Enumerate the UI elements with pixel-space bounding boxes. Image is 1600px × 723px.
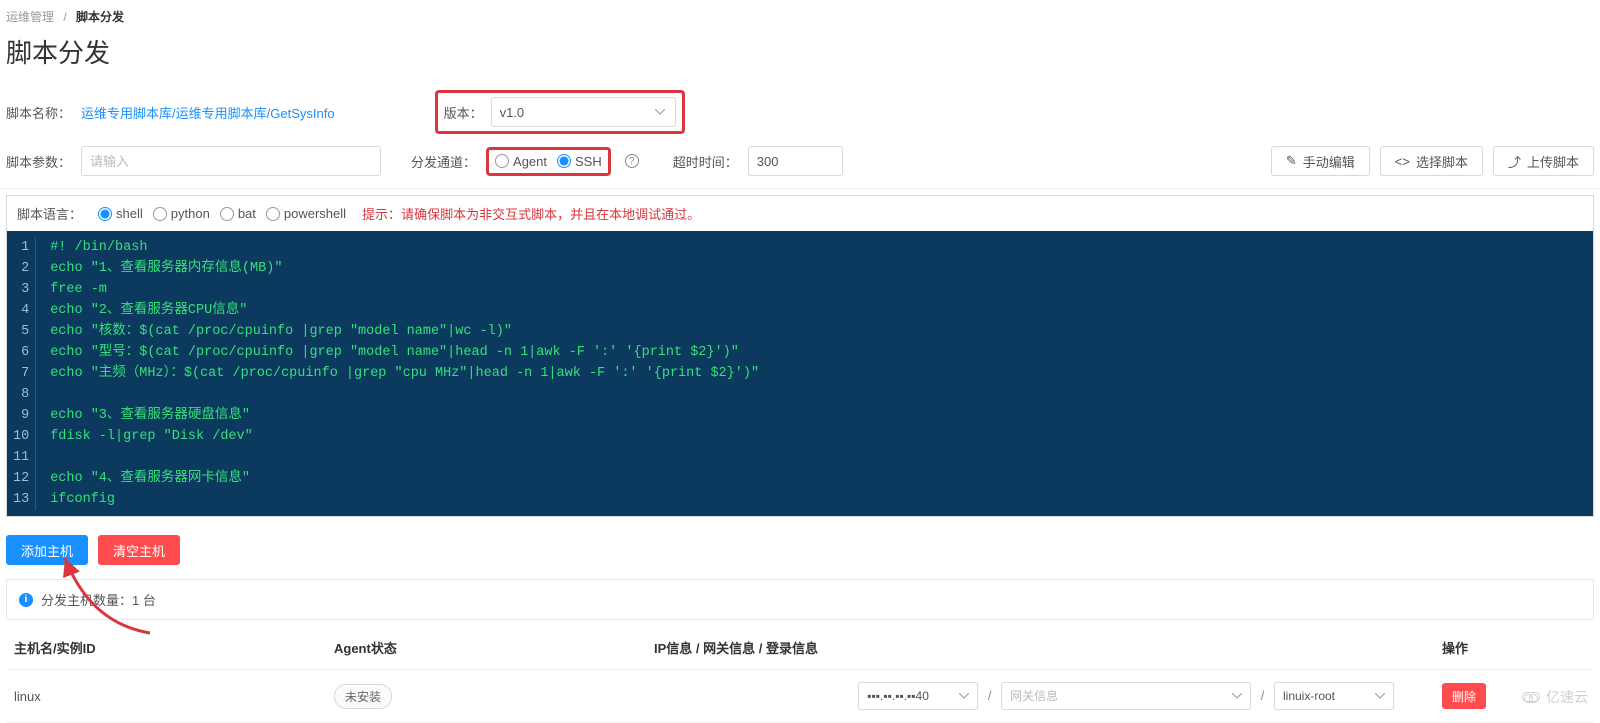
login-select[interactable]: linuix-root: [1274, 682, 1394, 710]
slash-icon: /: [1261, 688, 1265, 703]
clear-host-button[interactable]: 清空主机: [98, 535, 180, 565]
ip-select[interactable]: ▪▪▪.▪▪.▪▪.▪▪40: [858, 682, 978, 710]
th-host: 主机名/实例ID: [6, 626, 326, 670]
radio-icon-checked: [98, 207, 112, 221]
params-label: 脚本参数：: [6, 152, 71, 171]
channel-group-highlight: Agent SSH: [486, 147, 611, 176]
channel-agent-label: Agent: [513, 154, 547, 169]
th-agent: Agent状态: [326, 626, 646, 670]
pencil-icon: ✎: [1286, 153, 1297, 169]
upload-script-button[interactable]: ⤴ 上传脚本: [1493, 146, 1594, 176]
channel-ssh-radio[interactable]: SSH: [557, 154, 602, 169]
upload-icon: ⤴: [1508, 152, 1521, 171]
watermark-logo-icon: [1522, 692, 1540, 702]
code-icon: <>: [1395, 154, 1410, 169]
table-row: linux 未安装 ▪▪▪.▪▪.▪▪.▪▪40 / 网关信息 / linuix…: [6, 670, 1594, 723]
manual-edit-label: 手动编辑: [1303, 152, 1355, 171]
code-editor[interactable]: 12345678910111213 #! /bin/bashecho "1、查看…: [7, 231, 1593, 516]
help-icon[interactable]: ?: [625, 154, 639, 168]
row-params: 脚本参数： 分发通道： Agent SSH ? 超时时间： ✎ 手动编辑 <> …: [0, 140, 1600, 182]
info-icon: i: [19, 593, 33, 607]
lang-python-radio[interactable]: python: [153, 206, 210, 221]
channel-label: 分发通道：: [411, 152, 476, 171]
host-table: 主机名/实例ID Agent状态 IP信息 / 网关信息 / 登录信息 操作 l…: [6, 626, 1594, 723]
radio-icon: [266, 207, 280, 221]
editor-toolbar: 脚本语言： shell python bat powershell 提示：请确保…: [7, 196, 1593, 231]
lang-powershell-radio[interactable]: powershell: [266, 206, 346, 221]
cell-host: linux: [6, 670, 326, 723]
channel-agent-radio[interactable]: Agent: [495, 154, 547, 169]
page-title: 脚本分发: [0, 29, 1600, 84]
cell-agent: 未安装: [326, 670, 646, 723]
radio-icon-checked: [557, 154, 571, 168]
channel-radio-group: Agent SSH: [495, 154, 602, 169]
manual-edit-button[interactable]: ✎ 手动编辑: [1271, 146, 1370, 176]
editor-panel: 脚本语言： shell python bat powershell 提示：请确保…: [6, 195, 1594, 517]
cell-ip: ▪▪▪.▪▪.▪▪.▪▪40 / 网关信息 / linuix-root: [646, 670, 1434, 723]
lang-python-label: python: [171, 206, 210, 221]
host-actions-row: 添加主机 清空主机: [0, 523, 1600, 573]
right-toolbar: ✎ 手动编辑 <> 选择脚本 ⤴ 上传脚本: [1271, 146, 1594, 176]
breadcrumb-parent[interactable]: 运维管理: [6, 10, 54, 24]
gateway-select[interactable]: 网关信息: [1001, 682, 1251, 710]
line-gutter: 12345678910111213: [7, 231, 42, 516]
version-label: 版本：: [444, 103, 483, 122]
info-text: 分发主机数量：1 台: [41, 590, 156, 609]
th-ip: IP信息 / 网关信息 / 登录信息: [646, 626, 1434, 670]
script-name-value[interactable]: 运维专用脚本库/运维专用脚本库/GetSysInfo: [81, 103, 335, 122]
th-op: 操作: [1434, 626, 1594, 670]
watermark-text: 亿速云: [1546, 687, 1588, 707]
lang-label: 脚本语言：: [17, 204, 82, 223]
breadcrumb-separator: /: [63, 10, 66, 24]
lang-shell-label: shell: [116, 206, 143, 221]
lang-bat-label: bat: [238, 206, 256, 221]
delete-button[interactable]: 删除: [1442, 683, 1486, 709]
code-body[interactable]: #! /bin/bashecho "1、查看服务器内存信息(MB)"free -…: [42, 231, 767, 516]
timeout-label: 超时时间：: [673, 152, 738, 171]
agent-status-tag: 未安装: [334, 684, 392, 709]
upload-script-label: 上传脚本: [1527, 152, 1579, 171]
breadcrumb: 运维管理 / 脚本分发: [0, 0, 1600, 29]
row-script-name: 脚本名称： 运维专用脚本库/运维专用脚本库/GetSysInfo 版本： v1.…: [0, 84, 1600, 140]
version-group-highlight: 版本： v1.0: [435, 90, 685, 134]
lang-bat-radio[interactable]: bat: [220, 206, 256, 221]
slash-icon: /: [988, 688, 992, 703]
watermark: 亿速云: [1522, 687, 1588, 707]
params-input[interactable]: [81, 146, 381, 176]
hint-text: 提示：请确保脚本为非交互式脚本，并且在本地调试通过。: [362, 204, 700, 223]
info-bar: i 分发主机数量：1 台: [6, 579, 1594, 620]
radio-icon: [220, 207, 234, 221]
divider: [0, 188, 1600, 189]
lang-radio-group: shell python bat powershell: [98, 206, 346, 221]
timeout-input[interactable]: [748, 146, 843, 176]
version-select[interactable]: v1.0: [491, 97, 676, 127]
breadcrumb-current: 脚本分发: [76, 10, 124, 24]
radio-icon: [495, 154, 509, 168]
radio-icon: [153, 207, 167, 221]
add-host-button[interactable]: 添加主机: [6, 535, 88, 565]
lang-powershell-label: powershell: [284, 206, 346, 221]
lang-shell-radio[interactable]: shell: [98, 206, 143, 221]
channel-ssh-label: SSH: [575, 154, 602, 169]
choose-script-label: 选择脚本: [1416, 152, 1468, 171]
script-name-label: 脚本名称：: [6, 103, 71, 122]
choose-script-button[interactable]: <> 选择脚本: [1380, 146, 1483, 176]
